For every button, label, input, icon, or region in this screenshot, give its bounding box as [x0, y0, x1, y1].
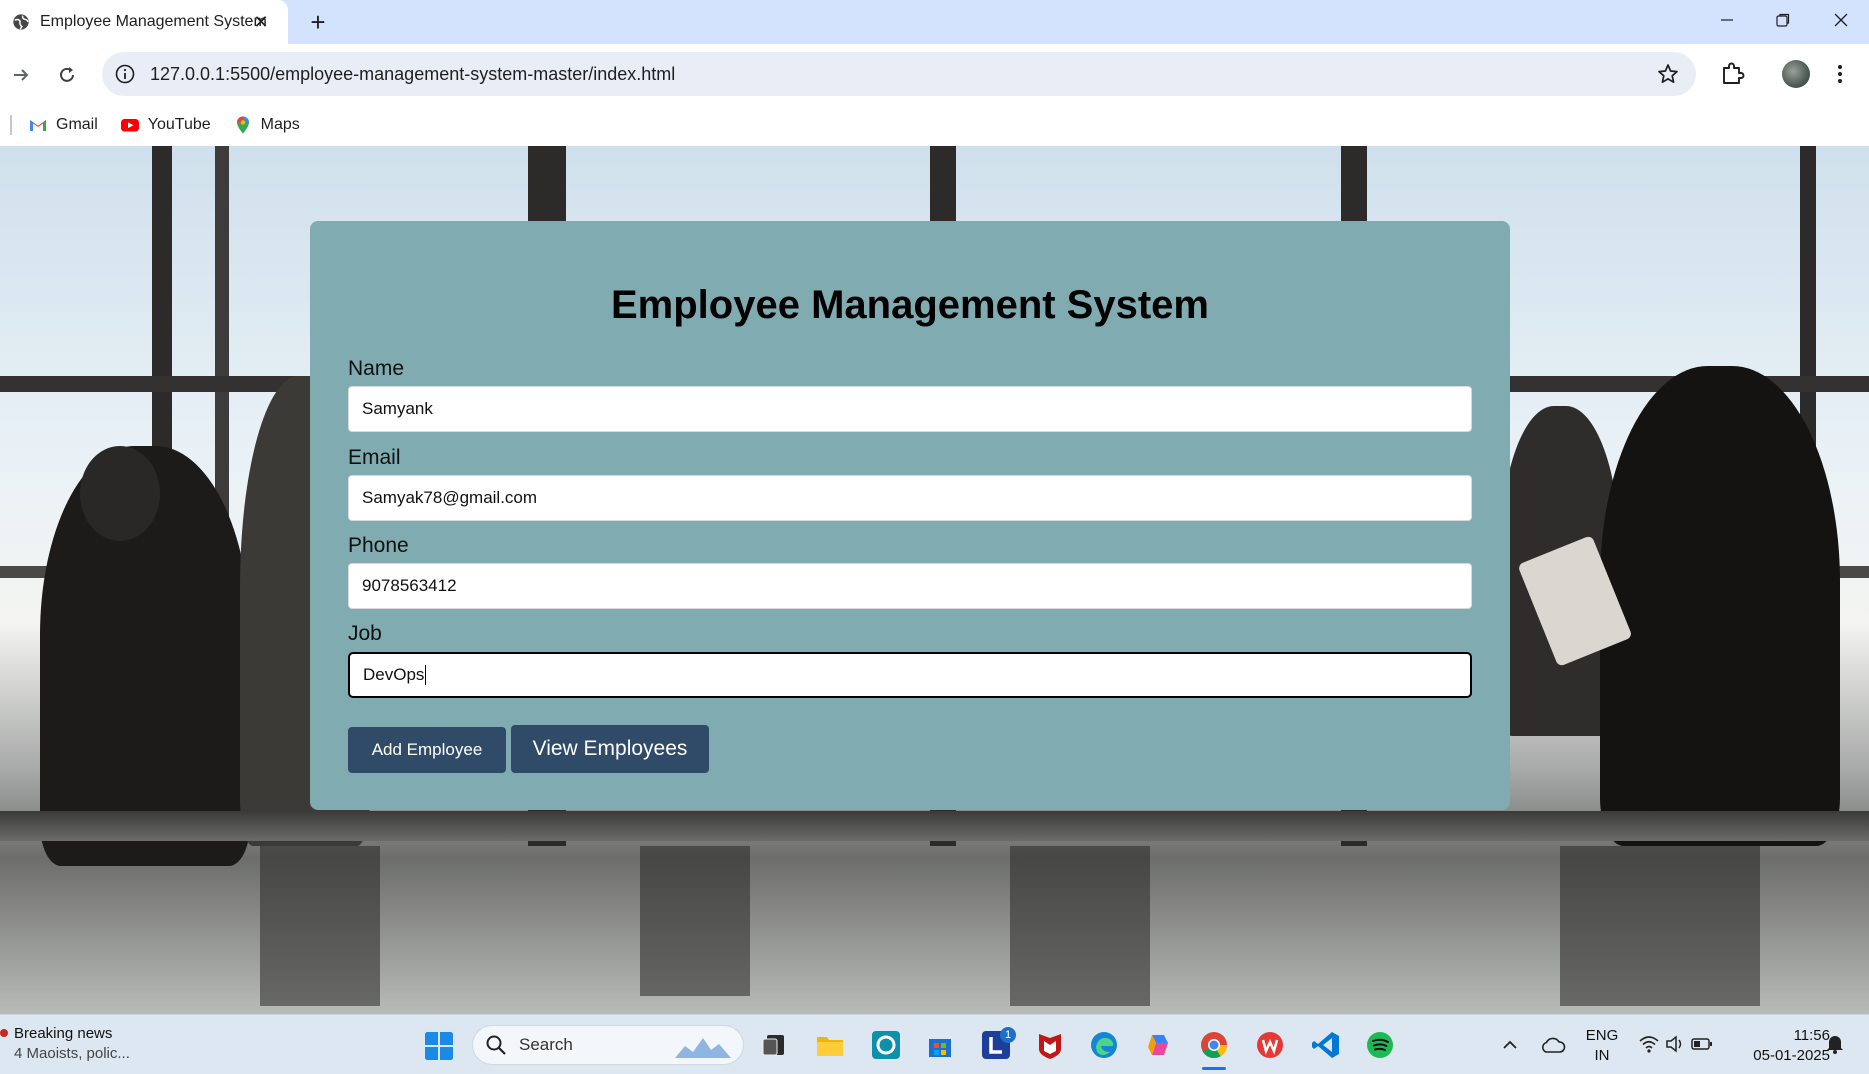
battery-icon[interactable]: [1690, 1033, 1714, 1055]
clock-time[interactable]: 11:56: [1730, 1027, 1830, 1044]
employee-form-card: Employee Management System Name Samyank …: [310, 221, 1510, 810]
windows-start-icon[interactable]: [424, 1031, 454, 1061]
mcafee-icon[interactable]: [1034, 1029, 1066, 1061]
view-employees-button[interactable]: View Employees: [511, 725, 709, 773]
browser-menu-icon[interactable]: [1830, 58, 1850, 90]
copilot-icon[interactable]: [1144, 1029, 1176, 1061]
name-input[interactable]: Samyank: [348, 386, 1472, 432]
bookmark-label: Gmail: [56, 116, 98, 133]
bookmark-label: Maps: [260, 116, 300, 133]
bookmarks-divider: [10, 115, 12, 135]
chrome-icon[interactable]: [1198, 1029, 1230, 1061]
bookmark-star-icon[interactable]: [1656, 62, 1680, 86]
volume-icon[interactable]: [1664, 1033, 1686, 1055]
browser-tab-bar: Employee Management System ✕ +: [0, 0, 1869, 44]
task-view-icon[interactable]: [758, 1029, 790, 1061]
notifications-bell-icon[interactable]: [1824, 1033, 1846, 1055]
new-tab-button[interactable]: +: [302, 6, 334, 38]
minimize-icon[interactable]: [1699, 0, 1755, 40]
spotify-icon[interactable]: [1364, 1029, 1396, 1061]
file-explorer-icon[interactable]: [814, 1029, 846, 1061]
phone-value: 9078563412: [362, 576, 457, 595]
bookmarks-bar: Gmail YouTube Maps: [0, 104, 1869, 146]
email-label: Email: [348, 446, 401, 469]
microsoft-store-icon[interactable]: [924, 1029, 956, 1061]
language-code[interactable]: ENG: [1584, 1027, 1620, 1044]
windows-taskbar: Breaking news 4 Maoists, polic... Search…: [0, 1014, 1869, 1074]
clock-date[interactable]: 05-01-2025: [1730, 1047, 1830, 1064]
person-silhouette: [80, 446, 160, 541]
table-reflection: [1560, 846, 1760, 1006]
search-icon: [486, 1035, 506, 1055]
notification-badge: 1: [1000, 1027, 1016, 1043]
name-label: Name: [348, 357, 405, 380]
page-title: Employee Management System: [611, 283, 1209, 327]
news-alert-icon: [0, 1029, 8, 1037]
onedrive-cloud-icon[interactable]: [1540, 1033, 1566, 1057]
bookmark-maps[interactable]: Maps: [233, 115, 300, 135]
job-value: DevOps: [363, 665, 425, 684]
forward-arrow-icon[interactable]: [4, 58, 38, 92]
tab-title: Employee Management System: [40, 13, 267, 30]
table-reflection: [640, 846, 750, 996]
conference-table: [0, 811, 1869, 841]
job-input[interactable]: DevOps: [348, 652, 1472, 698]
table-reflection: [1010, 846, 1150, 1006]
gmail-icon: [30, 120, 46, 131]
text-caret: [425, 665, 427, 685]
name-value: Samyank: [362, 399, 433, 418]
bookmark-label: YouTube: [147, 116, 211, 133]
maps-icon: [236, 116, 249, 134]
chevron-up-icon[interactable]: [1500, 1035, 1520, 1055]
phone-input[interactable]: 9078563412: [348, 563, 1472, 609]
bookmark-gmail[interactable]: Gmail: [28, 115, 98, 135]
reload-icon[interactable]: [50, 58, 84, 92]
wifi-icon[interactable]: [1638, 1033, 1660, 1055]
news-subtitle: 4 Maoists, polic...: [14, 1045, 130, 1062]
tab-employee-management[interactable]: Employee Management System ✕: [0, 0, 288, 44]
email-value: Samyak78@gmail.com: [362, 488, 538, 507]
profile-avatar[interactable]: [1782, 60, 1810, 88]
wps-office-icon[interactable]: [1254, 1029, 1286, 1061]
person-silhouette: [1600, 366, 1840, 846]
job-label: Job: [348, 622, 382, 645]
search-placeholder: Search: [519, 1035, 573, 1054]
extensions-puzzle-icon[interactable]: [1718, 59, 1748, 89]
close-window-icon[interactable]: [1813, 0, 1869, 40]
address-bar[interactable]: 127.0.0.1:5500/employee-management-syste…: [102, 52, 1696, 96]
search-highlight-icon: [675, 1038, 731, 1058]
cortana-app-icon[interactable]: [870, 1029, 902, 1061]
globe-icon: [13, 14, 29, 30]
taskbar-search-input[interactable]: Search: [472, 1025, 744, 1065]
restore-icon[interactable]: [1755, 0, 1811, 40]
youtube-icon: [120, 119, 139, 132]
table-reflection: [260, 846, 380, 1006]
close-tab-icon[interactable]: ✕: [248, 9, 274, 35]
add-employee-button[interactable]: Add Employee: [348, 727, 506, 773]
email-input[interactable]: Samyak78@gmail.com: [348, 475, 1472, 521]
news-title: Breaking news: [14, 1025, 113, 1042]
bookmark-youtube[interactable]: YouTube: [120, 115, 211, 135]
edge-browser-icon[interactable]: [1088, 1029, 1120, 1061]
language-region[interactable]: IN: [1584, 1047, 1620, 1064]
active-app-indicator: [1202, 1067, 1226, 1070]
browser-toolbar: 127.0.0.1:5500/employee-management-syste…: [0, 44, 1869, 104]
url-text[interactable]: 127.0.0.1:5500/employee-management-syste…: [150, 64, 675, 85]
site-info-icon[interactable]: [114, 63, 136, 85]
vscode-icon[interactable]: [1310, 1029, 1342, 1061]
phone-label: Phone: [348, 534, 409, 557]
